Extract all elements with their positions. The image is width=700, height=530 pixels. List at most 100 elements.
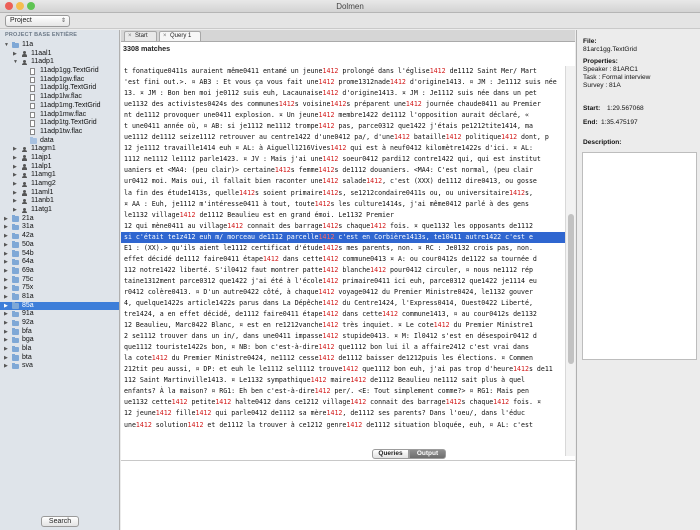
tree-item[interactable]: ▶ 11aml1 <box>0 189 119 198</box>
tree-item[interactable]: ▶ bga <box>0 336 119 345</box>
tree-item[interactable]: ▶ 91a <box>0 310 119 319</box>
disclosure-closed-icon[interactable]: ▶ <box>4 267 8 276</box>
disclosure-closed-icon[interactable]: ▶ <box>13 50 17 59</box>
result-row[interactable]: 12 jeune1412 fille1412 qui parle0412 de1… <box>121 408 565 419</box>
disclosure-closed-icon[interactable]: ▶ <box>4 223 8 232</box>
tree-item[interactable]: ▶ 81a <box>0 293 119 302</box>
disclosure-closed-icon[interactable]: ▶ <box>4 276 8 285</box>
tree-item[interactable]: ▶ bfa <box>0 328 119 337</box>
result-row[interactable]: uaniers et <MA4: (peu clair)> certaine14… <box>121 165 565 176</box>
disclosure-closed-icon[interactable]: ▶ <box>13 189 17 198</box>
project-select[interactable]: Project ⇕ <box>5 15 70 27</box>
tree-item[interactable]: ▶ 11anb1 <box>0 197 119 206</box>
output-tab[interactable]: Output <box>409 449 446 459</box>
tree-item[interactable]: ▶ bla <box>0 345 119 354</box>
search-button[interactable]: Search <box>41 516 79 527</box>
tree-item[interactable]: ▶ 69a <box>0 267 119 276</box>
result-row[interactable]: 13. ¤ JM : Bon ben moi je0112 suis euh, … <box>121 88 565 99</box>
disclosure-closed-icon[interactable]: ▶ <box>4 319 8 328</box>
disclosure-closed-icon[interactable]: ▶ <box>4 250 8 259</box>
disclosure-closed-icon[interactable]: ▶ <box>4 336 8 345</box>
disclosure-closed-icon[interactable]: ▶ <box>13 197 17 206</box>
tree-item[interactable]: 11adp1gg.TextGrid <box>0 67 119 76</box>
results-list[interactable]: t fonatique0411s auraient même0411 entam… <box>121 66 565 456</box>
tree-item[interactable]: ▶ 11agm1 <box>0 145 119 154</box>
tree-item[interactable]: ▶ 75c <box>0 276 119 285</box>
disclosure-closed-icon[interactable]: ▶ <box>4 362 8 371</box>
disclosure-closed-icon[interactable]: ▶ <box>13 180 17 189</box>
tree-item[interactable]: ▼ 11adp1 <box>0 58 119 67</box>
tab-query-1[interactable]: × Query 1 <box>159 31 201 41</box>
tree-item[interactable]: 11adp1lg.TextGrid <box>0 84 119 93</box>
result-row[interactable]: 'est fini out.>. ¤ AB3 : Et vous ça vous… <box>121 77 565 88</box>
disclosure-closed-icon[interactable]: ▶ <box>13 154 17 163</box>
disclosure-closed-icon[interactable]: ▶ <box>4 284 8 293</box>
tree-item[interactable]: ▶ 11amg1 <box>0 171 119 180</box>
disclosure-closed-icon[interactable]: ▶ <box>4 345 8 354</box>
result-row[interactable]: taine1312ment parce0312 que1422 j'ai été… <box>121 276 565 287</box>
queries-tab[interactable]: Queries <box>372 449 409 459</box>
result-row[interactable]: ¤ AA : Euh, je1112 m'intéresse0411 à tou… <box>121 199 565 210</box>
minimize-window-button[interactable] <box>16 2 24 10</box>
disclosure-closed-icon[interactable]: ▶ <box>4 232 8 241</box>
result-row[interactable]: tre1424, a en effet décidé, de1112 faire… <box>121 309 565 320</box>
result-row[interactable]: la cote1412 du Premier Ministre0424, ne1… <box>121 353 565 364</box>
tree-item[interactable]: ▶ 11atg1 <box>0 206 119 215</box>
tree-item[interactable]: ▶ 50a <box>0 241 119 250</box>
result-row[interactable]: 1112 ne1112 le1112 parle1423. ¤ JV : Mai… <box>121 154 565 165</box>
results-scrollbar[interactable] <box>565 66 575 456</box>
disclosure-closed-icon[interactable]: ▶ <box>4 310 8 319</box>
disclosure-closed-icon[interactable]: ▶ <box>13 171 17 180</box>
disclosure-closed-icon[interactable]: ▶ <box>4 215 8 224</box>
result-row[interactable]: ue1132 des activistes0424s des communes1… <box>121 99 565 110</box>
result-row[interactable]: ur0412 moi. Mais oui, il fallait bien ra… <box>121 176 565 187</box>
disclosure-closed-icon[interactable]: ▶ <box>4 258 8 267</box>
result-row[interactable]: 112 notre1422 liberté. S'il0412 faut mon… <box>121 265 565 276</box>
disclosure-open-icon[interactable]: ▼ <box>4 41 9 50</box>
tree-item[interactable]: 11adp1tg.TextGrid <box>0 119 119 128</box>
close-tab-icon[interactable]: × <box>128 32 132 41</box>
result-row[interactable]: 12 qui mène0411 au village1412 connait d… <box>121 221 565 232</box>
tree-item[interactable]: ▶ 85a <box>0 301 119 311</box>
result-row[interactable]: 112 Saint Martinville1413. ¤ Le1132 symp… <box>121 375 565 386</box>
result-row[interactable]: ue1132 cette1412 petite1412 halte0412 da… <box>121 397 565 408</box>
tree-item[interactable]: ▶ 11alp1 <box>0 163 119 172</box>
disclosure-closed-icon[interactable]: ▶ <box>13 163 17 172</box>
result-row[interactable]: une1412 solution1412 et de1112 la trouve… <box>121 420 565 431</box>
output-panel[interactable] <box>121 460 575 530</box>
tree-item[interactable]: ▶ 11ajp1 <box>0 154 119 163</box>
disclosure-closed-icon[interactable]: ▶ <box>4 328 8 337</box>
tree-item[interactable]: 11adp1mw.flac <box>0 111 119 120</box>
tree-item[interactable]: data <box>0 137 119 146</box>
result-row[interactable]: enfants? À la maison? ¤ RG1: Eh ben c'es… <box>121 386 565 397</box>
tree-item[interactable]: ▶ 92a <box>0 319 119 328</box>
zoom-window-button[interactable] <box>27 2 35 10</box>
result-row[interactable]: 12 je1112 travaille1414 euh ¤ AL: à Aigu… <box>121 143 565 154</box>
result-row[interactable]: 212tit peu aussi, ¤ DP: et euh le le1112… <box>121 364 565 375</box>
close-tab-icon[interactable]: × <box>163 32 167 41</box>
tree-item[interactable]: ▶ 11amg2 <box>0 180 119 189</box>
disclosure-closed-icon[interactable]: ▶ <box>4 293 8 302</box>
tree-item[interactable]: ▶ bta <box>0 354 119 363</box>
result-row[interactable]: que1112 touriste1422s bon, ¤ NB: bon c'e… <box>121 342 565 353</box>
tree-item[interactable]: 11adp1lw.flac <box>0 93 119 102</box>
disclosure-closed-icon[interactable]: ▶ <box>4 354 8 363</box>
result-row[interactable]: r0412 colère0413. ¤ D'un autre0422 côté,… <box>121 287 565 298</box>
tab-start[interactable]: × Start <box>124 31 157 41</box>
tree-item[interactable]: ▶ sva <box>0 362 119 371</box>
tree-item[interactable]: ▶ 64a <box>0 258 119 267</box>
result-row[interactable]: E1 : (XX).> qu'ils aient le1112 certific… <box>121 243 565 254</box>
result-row[interactable]: 4, quelque1422s article1422s parus dans … <box>121 298 565 309</box>
disclosure-open-icon[interactable]: ▼ <box>13 58 18 67</box>
tree-item[interactable]: ▶ 11aal1 <box>0 50 119 59</box>
result-row[interactable]: t fonatique0411s auraient même0411 entam… <box>121 66 565 77</box>
tree-item[interactable]: ▶ 54b <box>0 250 119 259</box>
result-row[interactable]: effet décidé de1112 faire0411 étape1412 … <box>121 254 565 265</box>
tree-item[interactable]: 11adp1gw.flac <box>0 76 119 85</box>
tree-item[interactable]: ▶ 31a <box>0 223 119 232</box>
tree-item[interactable]: ▶ 42a <box>0 232 119 241</box>
result-row[interactable]: 12 Beaulieu, Marc0422 Blanc, ¤ est en re… <box>121 320 565 331</box>
result-row[interactable]: ue1112 de1112 seize1112 retrouver au cen… <box>121 132 565 143</box>
result-row[interactable]: 2 se1112 trouver dans un in/, dans une04… <box>121 331 565 342</box>
close-window-button[interactable] <box>5 2 13 10</box>
